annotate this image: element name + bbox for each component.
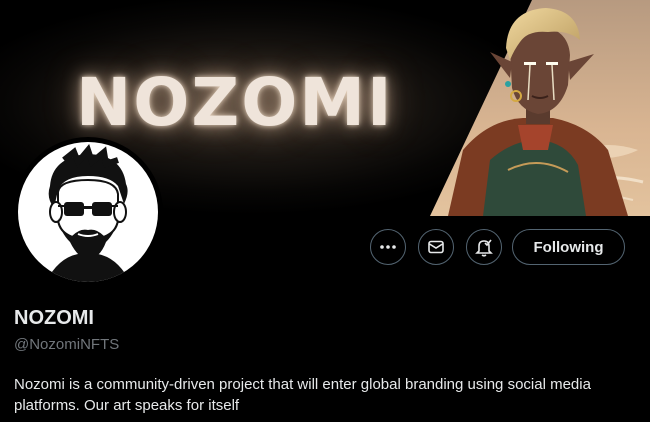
display-name: NOZOMI <box>14 307 94 329</box>
more-button[interactable] <box>370 229 406 265</box>
more-icon <box>380 245 396 249</box>
notifications-button[interactable] <box>466 229 502 265</box>
profile-bio: Nozomi is a community-driven project tha… <box>14 376 591 414</box>
bell-check-icon <box>475 239 493 257</box>
mail-icon <box>428 240 444 254</box>
following-button[interactable]: Following <box>512 229 625 265</box>
banner-character-art <box>430 0 650 216</box>
avatar[interactable] <box>13 137 163 287</box>
banner-title: NOZOMI <box>76 64 394 141</box>
user-handle: @NozomiNFTS <box>14 336 120 353</box>
message-button[interactable] <box>418 229 454 265</box>
profile-page: NOZOMI Following NOZOMI @NozomiNFTS Nozo… <box>0 0 650 422</box>
avatar-image <box>18 142 158 282</box>
bearded-man-avatar-icon <box>46 143 130 282</box>
